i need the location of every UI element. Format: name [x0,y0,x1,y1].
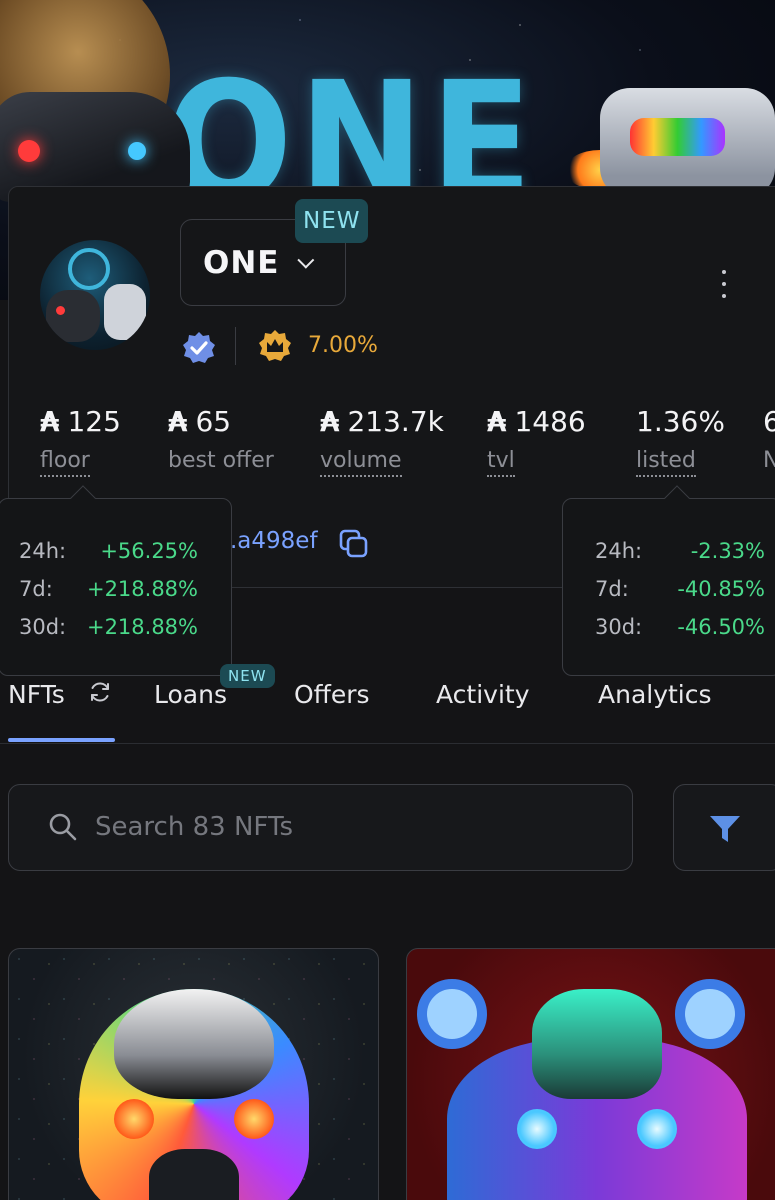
copy-icon[interactable] [338,528,370,560]
tab-analytics[interactable]: Analytics [598,680,712,709]
listed-change-tooltip: 24h: -2.33% 7d: -40.85% 30d: -46.50% [562,485,775,676]
stat-volume[interactable]: ₳ 213.7k volume [320,405,444,477]
nft-card[interactable] [8,948,379,1200]
tab-loans[interactable]: Loans [154,680,227,709]
search-input[interactable] [95,803,615,851]
chevron-down-icon [297,251,315,269]
tooltip-row: 30d: +218.88% [19,615,198,639]
filter-button[interactable] [673,784,775,871]
active-tab-indicator [8,738,115,742]
tooltip-row: 30d: -46.50% [595,615,765,639]
tooltip-row: 24h: -2.33% [595,539,765,563]
ada-currency-icon: ₳ [487,405,507,438]
tab-nfts[interactable]: NFTs [8,680,65,709]
crown-icon [259,330,291,361]
tooltip-row: 7d: +218.88% [19,577,198,601]
collection-avatar [40,240,150,350]
tab-activity[interactable]: Activity [436,680,530,709]
verified-badge-icon [183,332,215,363]
search-bar [8,784,633,871]
badge-divider [235,327,236,365]
royalty-percentage: 7.00% [308,333,378,358]
nft-card[interactable] [406,948,775,1200]
ada-currency-icon: ₳ [40,405,60,438]
floor-change-tooltip: 24h: +56.25% 7d: +218.88% 30d: +218.88% [0,485,232,676]
tab-offers[interactable]: Offers [294,680,370,709]
new-badge: NEW [295,199,369,243]
search-icon [49,813,77,841]
refresh-icon[interactable] [88,680,112,704]
tooltip-row: 24h: +56.25% [19,539,198,563]
collection-name: ONE [203,244,280,281]
tooltip-row: 7d: -40.85% [595,577,765,601]
ada-currency-icon: ₳ [168,405,188,438]
stat-best-offer: ₳ 65 best offer [168,405,274,473]
ada-currency-icon: ₳ [320,405,340,438]
stat-listed[interactable]: 1.36% listed [636,405,725,477]
filter-icon [710,816,740,842]
tab-bar: NFTs Loans Offers Activity Analytics [0,660,775,744]
kebab-menu-icon[interactable] [718,270,730,298]
stat-tvl[interactable]: ₳ 1486 tvl [487,405,586,477]
banner-goat-character [600,88,775,198]
stat-partial: 6 N [763,405,775,473]
policy-id-link[interactable]: .a498ef [230,528,318,554]
loans-new-badge: NEW [220,664,275,688]
stat-floor[interactable]: ₳ 125 floor [40,405,121,477]
